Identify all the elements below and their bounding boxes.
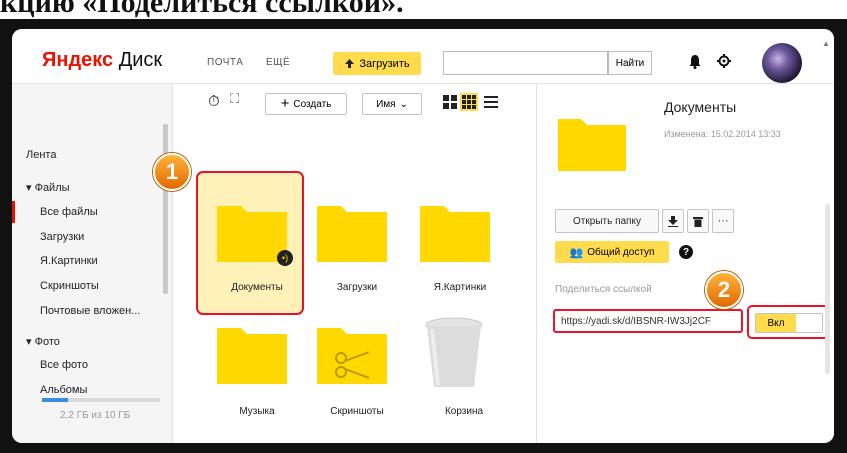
scissors-folder-icon [317,328,387,384]
folder-icon [558,119,626,171]
open-folder-button[interactable]: Открыть папку [555,209,659,233]
shared-badge-icon: •) [277,250,293,266]
folder-icon [217,206,287,262]
sidebar: Лента ▾ Файлы Все файлы Загрузки Я.Карти… [12,84,173,443]
logo-yandex: Яндекс [42,49,114,71]
timer-icon[interactable]: ⏱ [208,93,220,110]
file-name: Музыка [239,406,275,417]
file-name: Скриншоты [330,406,384,417]
step-2-badge: 2 [705,271,743,309]
sidebar-item-screenshots[interactable]: Скриншоты [40,280,99,292]
file-name: Документы [231,282,283,293]
download-icon [668,215,678,227]
download-button[interactable] [662,209,684,233]
header: Яндекс Диск ПОЧТА ЕЩЁ Загрузить Найти ▲ [12,29,834,84]
sidebar-item-albums[interactable]: Альбомы [40,384,87,396]
file-name: Загрузки [336,282,378,293]
panel-scrollbar[interactable] [825,204,830,374]
sidebar-item-files[interactable]: ▾ Файлы [26,181,70,194]
caption-text: кцию «Поделиться ссылкой». [0,0,404,19]
file-tile-documents[interactable]: •) Документы [217,202,297,302]
share-link-label: Поделиться ссылкой [555,284,652,295]
file-tile-screenshots[interactable]: Скриншоты [317,324,397,424]
users-icon: 👥 [569,246,584,259]
sidebar-item-feed[interactable]: Лента [26,149,56,161]
sidebar-item-all-files[interactable]: Все файлы [40,206,98,218]
create-button[interactable]: + Создать [265,93,347,115]
nav-mail[interactable]: ПОЧТА [207,57,243,68]
panel-modified: Изменена: 15.02.2014 13:33 [664,129,781,139]
share-access-button[interactable]: 👥 Общий доступ [555,241,669,263]
sidebar-item-all-photos[interactable]: Все фото [40,359,88,371]
toggle-highlight: Вкл [747,305,829,339]
share-link-field[interactable]: https://yadi.sk/d/IBSNR-IW3Jj2CF [553,309,743,333]
upload-icon [345,59,355,68]
list-icon[interactable] [484,95,498,112]
logo[interactable]: Яндекс Диск [42,49,162,72]
folder-icon [420,206,490,262]
yandex-disk-app: Яндекс Диск ПОЧТА ЕЩЁ Загрузить Найти ▲ … [12,29,834,443]
delete-button[interactable] [687,209,709,233]
upload-button[interactable]: Загрузить [333,52,421,75]
avatar[interactable] [762,43,802,83]
gear-icon[interactable] [717,54,731,71]
sidebar-item-downloads[interactable]: Загрузки [40,231,84,243]
sidebar-item-photo[interactable]: ▾ Фото [26,335,60,348]
sort-dropdown[interactable]: Имя ⌄ [362,93,422,115]
file-name: Корзина [444,406,484,417]
nav-more[interactable]: ЕЩЁ [266,57,290,68]
toggle-knob [798,315,820,331]
trash-small-icon [693,216,703,227]
upload-label: Загрузить [359,57,410,70]
file-name: Я.Картинки [433,282,487,293]
chevron-down-icon: ⌄ [399,98,408,110]
help-icon[interactable]: ? [679,245,693,259]
screenshot-frame: Яндекс Диск ПОЧТА ЕЩЁ Загрузить Найти ▲ … [0,19,847,453]
create-label: Создать [293,98,332,110]
active-indicator [12,201,15,223]
scroll-up-arrow[interactable]: ▲ [822,39,830,48]
sidebar-item-mail-attachments[interactable]: Почтовые вложен... [40,305,140,317]
file-tile-trash[interactable]: Корзина [424,317,504,417]
ellipsis-icon: ··· [717,215,729,227]
sort-label: Имя [376,98,396,110]
logo-disk: Диск [118,49,163,71]
find-button[interactable]: Найти [608,51,652,75]
file-tile-pictures[interactable]: Я.Картинки [420,202,500,302]
search-input[interactable] [443,51,608,75]
sidebar-item-pictures[interactable]: Я.Картинки [40,255,98,267]
trash-icon [425,317,483,387]
folder-icon [217,328,287,384]
toggle-on-label: Вкл [756,314,796,332]
tile-small-icon[interactable] [460,93,478,111]
bell-icon[interactable] [688,54,702,72]
plus-icon: + [280,95,290,112]
sidebar-scrollbar[interactable] [163,124,168,294]
file-tile-downloads[interactable]: Загрузки [317,202,397,302]
share-link-toggle[interactable]: Вкл [755,313,823,333]
more-button[interactable]: ··· [712,209,734,233]
folder-icon [317,206,387,262]
share-access-label: Общий доступ [587,246,655,258]
camera-icon[interactable]: ⛶ [230,91,239,107]
quota-text: 2,2 ГБ из 10 ГБ [60,410,131,421]
file-tile-music[interactable]: Музыка [217,324,297,424]
tile-large-icon[interactable] [443,95,457,112]
quota-fill [42,398,68,402]
quota-bar [42,398,160,402]
panel-title: Документы [664,99,737,115]
step-1-badge: 1 [153,153,191,191]
